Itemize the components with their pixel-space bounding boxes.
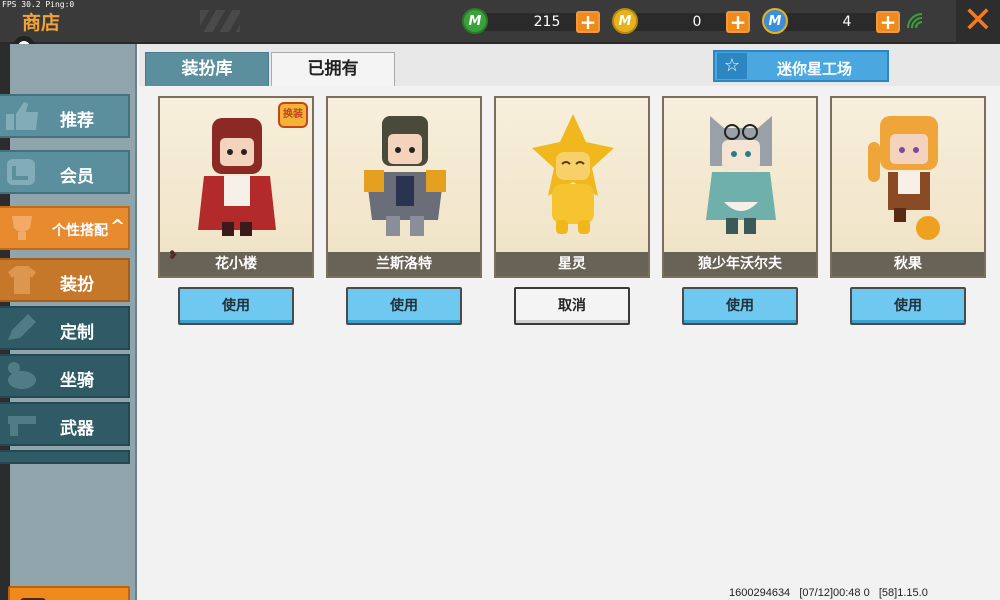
sidebar-item-recommend[interactable]: 推荐 [0,94,130,138]
close-button[interactable]: ✕ [956,0,1000,44]
server-time: [07/12]00:48 0 [799,587,870,599]
decorative-stripes [200,10,240,32]
sidebar-section-label: 个性搭配 [52,223,108,239]
costume-change-tag: 换装 [278,102,308,128]
vip-badge-icon [7,159,35,185]
mini-star-studio-button[interactable]: ☆ 迷你星工场 [713,50,889,82]
skin-name: 狼少年沃尔夫 [664,252,816,276]
character-star-spirit [532,114,614,234]
green-gem-icon: M [462,8,488,34]
sidebar-section-personal-outfit[interactable]: 个性搭配 ^ [0,206,130,250]
tab-bar: 装扮库 已拥有 ☆ 迷你星工场 [139,44,1000,86]
warehouse-button[interactable]: 仓库 [8,586,130,600]
skin-name: 兰斯洛特 [328,252,480,276]
sidebar: 推荐 会员 个性搭配 ^ 装扮 定制 坐骑 武器 [0,44,137,600]
thumbs-up-icon [6,102,38,130]
use-button-hua-xiaolou[interactable]: 使用 [178,287,294,325]
version-footer: 1600294634 [07/12]00:48 0 [58]1.15.0 [729,587,928,599]
studio-label: 迷你星工场 [777,60,853,78]
skin-card-qiuguo[interactable]: 秋果 [830,96,986,278]
sidebar-item-label: 会员 [60,167,94,187]
sidebar-item-label: 坐骑 [60,371,94,391]
tab-owned[interactable]: 已拥有 [271,52,395,86]
skin-card-lancelot[interactable]: 兰斯洛特 [326,96,482,278]
sidebar-item-weapon[interactable]: 武器 [0,402,130,446]
sidebar-item-custom[interactable]: 定制 [0,306,130,350]
star-icon: ☆ [717,53,747,79]
pencil-icon [8,314,36,340]
sidebar-item-label: 装扮 [60,275,94,295]
cancel-button-star-spirit[interactable]: 取消 [514,287,630,325]
trophy-icon [12,216,32,240]
gun-icon [8,416,36,436]
sidebar-item-label: 武器 [60,419,94,439]
character-hua-xiaolou [198,118,276,236]
sidebar-item-vip[interactable]: 会员 [0,150,130,194]
page-title: 商店 [22,12,61,34]
sidebar-item-mount[interactable]: 坐骑 [0,354,130,398]
shirt-icon [8,266,36,294]
skin-card-hua-xiaolou[interactable]: 换装 ❥ 花小楼 [158,96,314,278]
use-button-wolf-boy[interactable]: 使用 [682,287,798,325]
use-button-qiuguo[interactable]: 使用 [850,287,966,325]
mount-icon [8,362,36,389]
add-coin-button[interactable]: + [726,11,750,33]
add-gem-button[interactable]: + [576,11,600,33]
main-panel: 装扮库 已拥有 ☆ 迷你星工场 换装 ❥ 花小楼 兰斯 [139,44,1000,600]
sidebar-item-partial[interactable] [0,450,130,464]
skin-card-wolf-boy[interactable]: 狼少年沃尔夫 [662,96,818,278]
version-label: [58]1.15.0 [878,587,928,599]
mini-bean-icon: M [762,8,788,34]
skin-name: 秋果 [832,252,984,276]
sidebar-item-outfit[interactable]: 装扮 [0,258,130,302]
top-bar: FPS 30.2 Ping:0 商店 M 215 + M 0 + M 4 + ✕ [0,0,1000,44]
tab-outfit-library[interactable]: 装扮库 [145,52,269,86]
add-bean-button[interactable]: + [876,11,900,33]
mini-coin-icon: M [612,8,638,34]
character-wolf-boy [706,116,776,234]
sidebar-item-label: 定制 [60,323,94,343]
skin-name: 花小楼 [160,252,312,276]
sidebar-item-label: 推荐 [60,111,94,131]
skin-name: 星灵 [496,252,648,276]
chevron-up-icon: ^ [110,216,126,237]
wifi-icon [907,13,923,29]
user-id: 1600294634 [729,587,791,599]
use-button-lancelot[interactable]: 使用 [346,287,462,325]
skin-card-star-spirit[interactable]: 星灵 [494,96,650,278]
character-qiuguo [868,116,940,240]
character-lancelot [364,116,446,236]
